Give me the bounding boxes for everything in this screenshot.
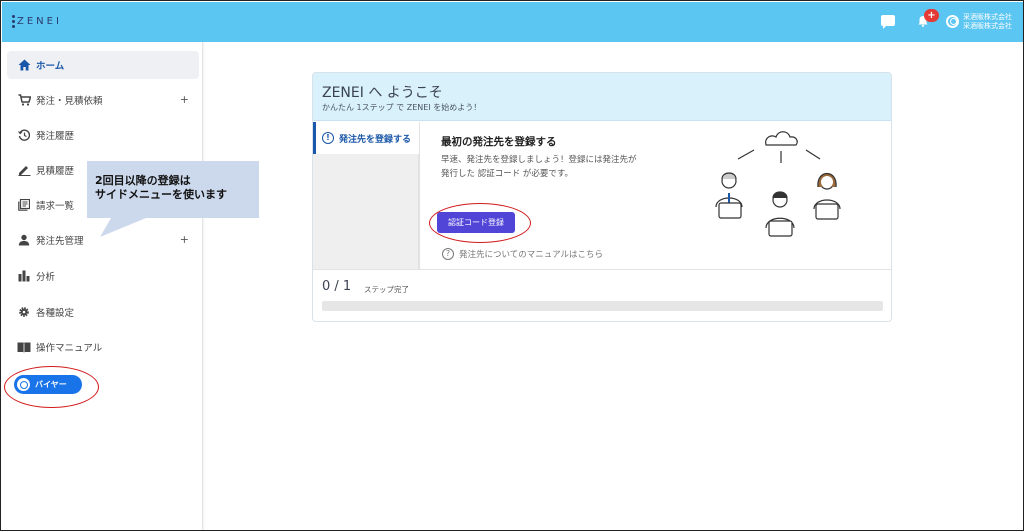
cart-icon [17,93,31,107]
annotation-highlight-ring-cta [429,203,531,243]
person-icon [17,233,31,247]
gear-icon [17,305,31,319]
sidebar-item-label: 発注先管理 [36,236,84,247]
step-description: 早速、発注先を登録しましょう！登録には発注先が 発行した 認証コード が必要です… [441,153,637,181]
info-icon: ! [322,132,334,144]
expand-plus-icon[interactable]: + [180,233,189,246]
user-account-icon[interactable] [946,15,959,28]
app-window: ZENEI + 采酒販株式会社 采酒販株式会社 ホーム 発注・見積依頼 + 発注… [0,0,1024,531]
help-icon: ? [442,248,454,260]
welcome-card: ZENEI へ ようこそ かんたん 1ステップ で ZENEI を始めよう！ !… [312,72,892,322]
team-illustration [715,131,841,237]
history-icon [17,128,31,142]
progress-bar [322,301,883,311]
sidebar: ホーム 発注・見積依頼 + 発注履歴 見積履歴 請求一覧 発注先管理 + 分析 … [2,42,203,530]
callout-line2: サイドメニューを使います [95,188,227,201]
zenei-logo[interactable]: ZENEI [12,15,62,28]
notification-badge[interactable]: + [924,9,939,22]
logo-dots-icon [12,15,15,28]
step-tab-register-supplier[interactable]: ! 発注先を登録する [313,122,419,154]
sidebar-item-home[interactable]: ホーム [7,51,199,79]
sidebar-item-label: 請求一覧 [36,201,75,212]
step-desc-line2: 発行した 認証コード が必要です。 [441,169,574,179]
sidebar-item-label: ホーム [36,61,65,72]
sidebar-item-label: 見積履歴 [36,166,75,177]
logo-text: ZENEI [17,16,62,27]
progress-label: ステップ完了 [364,285,409,294]
step-list-empty-area [313,154,419,269]
pencil-icon [17,163,31,177]
sidebar-item-label: 各種設定 [36,308,75,319]
card-separator [313,269,891,270]
sidebar-item-order-history[interactable]: 発注履歴 [7,121,199,149]
company-name-line2: 采酒販株式会社 [963,22,1012,30]
sidebar-item-label: 操作マニュアル [36,343,103,354]
chat-icon[interactable] [881,15,895,29]
home-icon [17,58,31,72]
step-divider [419,122,420,269]
callout-pointer [100,213,158,237]
list-icon [17,198,31,212]
step-desc-line1: 早速、発注先を登録しましょう！登録には発注先が [441,155,637,165]
progress-count: 0 / 1 [322,279,352,294]
sidebar-item-settings[interactable]: 各種設定 [7,298,199,326]
book-icon [17,340,31,354]
top-header-bar: ZENEI [2,2,1023,42]
annotation-highlight-ring-buyer [4,366,99,408]
supplier-manual-link[interactable]: ? 発注先についてのマニュアルはこちら [442,248,603,260]
callout-line1: 2回目以降の登録は [95,174,191,187]
sidebar-item-order-quote[interactable]: 発注・見積依頼 + [7,86,199,114]
company-name[interactable]: 采酒販株式会社 采酒販株式会社 [963,13,1012,31]
welcome-title: ZENEI へ ようこそ [322,85,443,101]
company-name-line1: 采酒販株式会社 [963,13,1012,21]
sidebar-item-manual[interactable]: 操作マニュアル [7,333,199,361]
supplier-manual-link-label: 発注先についてのマニュアルはこちら [459,250,603,260]
sidebar-item-label: 分析 [36,272,56,283]
bar-chart-icon [17,269,31,283]
annotation-callout-text: 2回目以降の登録は サイドメニューを使います [95,174,227,202]
sidebar-item-analytics[interactable]: 分析 [7,262,199,290]
step-heading: 最初の発注先を登録する [441,136,557,148]
welcome-subtitle: かんたん 1ステップ で ZENEI を始めよう！ [322,103,482,112]
sidebar-item-label: 発注・見積依頼 [36,96,103,107]
welcome-card-header: ZENEI へ ようこそ かんたん 1ステップ で ZENEI を始めよう！ [313,73,891,121]
sidebar-item-label: 発注履歴 [36,131,75,142]
expand-plus-icon[interactable]: + [180,93,189,106]
step-tab-label: 発注先を登録する [339,134,412,145]
